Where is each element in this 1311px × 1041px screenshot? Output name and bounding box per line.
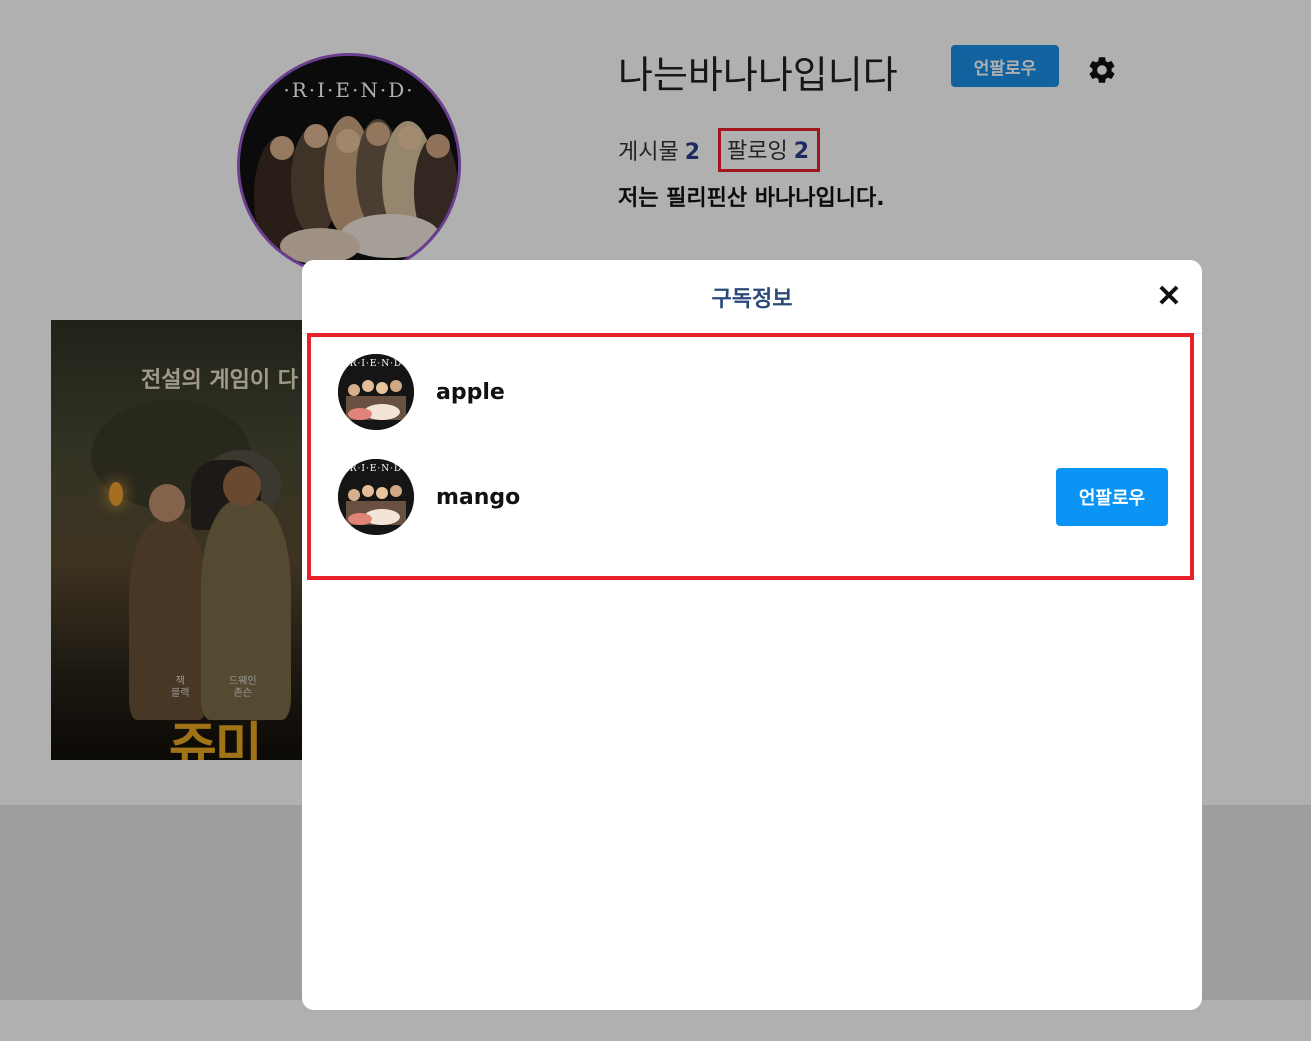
following-list: ·R·I·E·N·D· apple ·R·I·E·N·D· mango 언팔로우 bbox=[307, 333, 1194, 580]
list-item[interactable]: ·R·I·E·N·D· apple bbox=[338, 352, 1168, 432]
list-item[interactable]: ·R·I·E·N·D· mango 언팔로우 bbox=[338, 457, 1168, 537]
modal-title: 구독정보 bbox=[711, 286, 793, 312]
following-modal: 구독정보 ✕ ·R·I·E·N·D· apple ·R·I·E·N·D· man… bbox=[302, 260, 1202, 1010]
unfollow-mango-button[interactable]: 언팔로우 bbox=[1056, 468, 1168, 526]
list-item-name[interactable]: mango bbox=[436, 485, 1056, 510]
avatar-logo: ·R·I·E·N·D· bbox=[345, 464, 407, 474]
modal-header: 구독정보 ✕ bbox=[302, 260, 1202, 334]
avatar-logo: ·R·I·E·N·D· bbox=[345, 359, 407, 369]
close-icon[interactable]: ✕ bbox=[1154, 282, 1184, 312]
avatar[interactable]: ·R·I·E·N·D· bbox=[338, 354, 414, 430]
avatar[interactable]: ·R·I·E·N·D· bbox=[338, 459, 414, 535]
profile-page: ·R·I·E·N·D· 나는바나나입니다 언팔로우 게시물 2 팔로잉 2 저는 필… bbox=[0, 0, 1311, 1041]
list-item-name[interactable]: apple bbox=[436, 380, 1168, 405]
